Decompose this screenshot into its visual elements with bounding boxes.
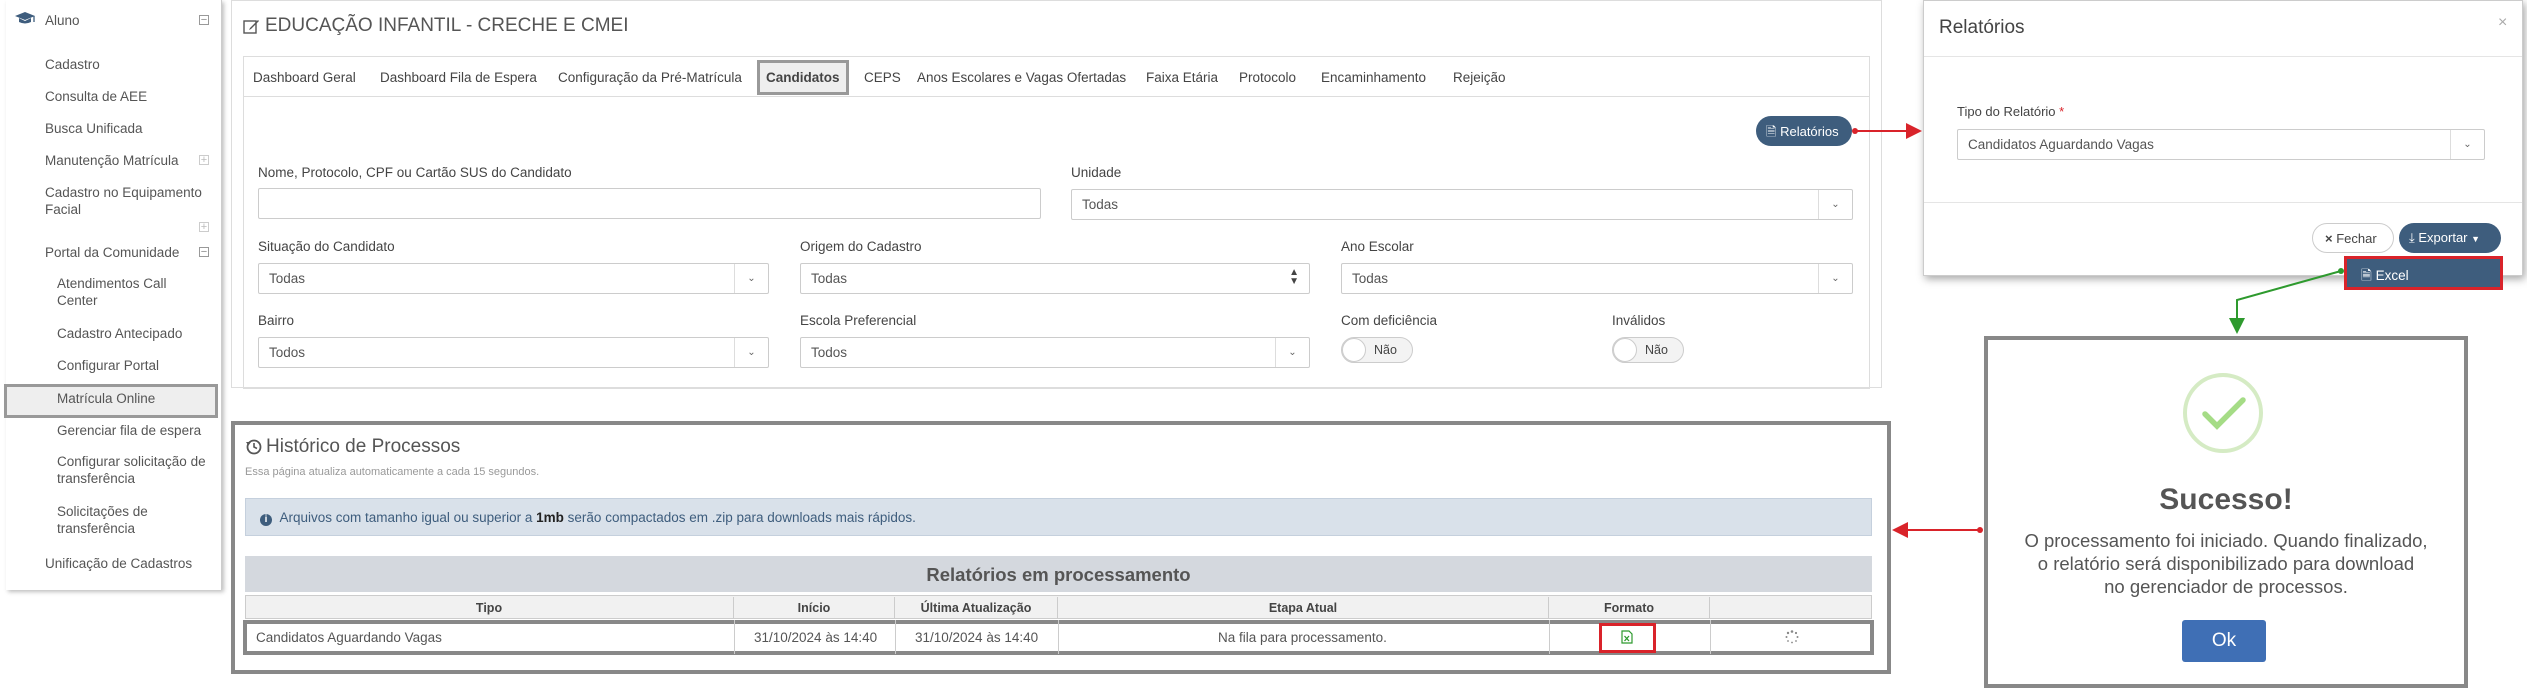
arrow-success-to-historico (1892, 522, 1983, 538)
annotation-arrows (1852, 123, 2344, 538)
arrow-excel-to-success (2229, 268, 2344, 334)
arrow-relatorios-to-modal (1852, 123, 1922, 139)
